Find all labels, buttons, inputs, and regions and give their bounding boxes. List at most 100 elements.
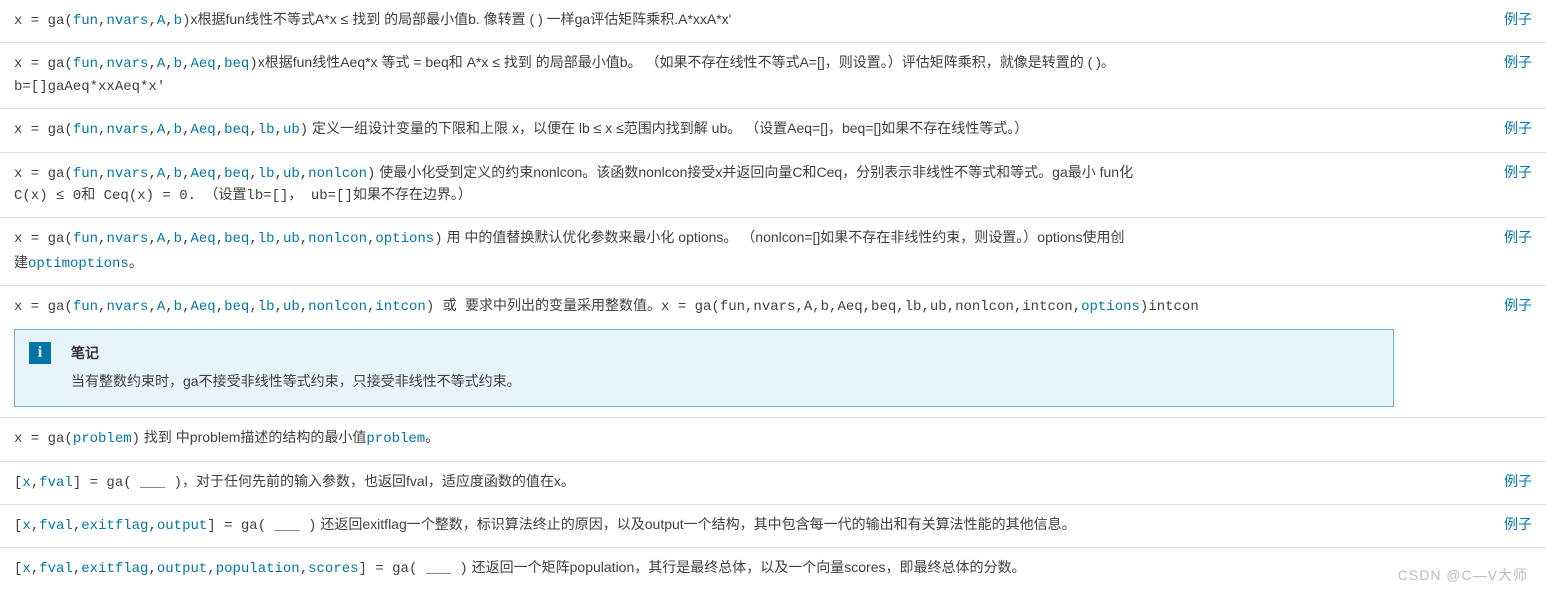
out-exitflag[interactable]: exitflag <box>81 518 148 534</box>
arg-a[interactable]: A <box>157 13 165 29</box>
arg-aeq[interactable]: Aeq <box>190 299 215 315</box>
example-link[interactable]: 例子 <box>1504 117 1532 139</box>
arg-nvars[interactable]: nvars <box>106 13 148 29</box>
out-output[interactable]: output <box>157 518 207 534</box>
arg-beq[interactable]: beq <box>224 56 249 72</box>
arg-b[interactable]: b <box>174 299 182 315</box>
arg-a[interactable]: A <box>157 231 165 247</box>
arg-aeq[interactable]: Aeq <box>190 231 215 247</box>
syntax-content: x = ga(fun,nvars,A,b,Aeq,beq,lb,ub,nonlc… <box>14 161 1484 208</box>
link-optimoptions[interactable]: optimoptions <box>28 256 129 272</box>
syntax-row: 例子 x = ga(fun,nvars,A,b,Aeq,beq,lb,ub,no… <box>0 217 1546 285</box>
out-fval[interactable]: fval <box>39 561 73 577</box>
desc-text: x根据fun线性Aeq*x 等式 = beq和 A*x ≤ 找到 的局部最小值b… <box>258 54 1115 70</box>
arg-intcon[interactable]: intcon <box>375 299 425 315</box>
arg-b[interactable]: b <box>174 122 182 138</box>
code-lead: x = ga( <box>14 56 73 72</box>
syntax-content: x = ga(fun,nvars,A,b,Aeq,beq,lb,ub,nonlc… <box>14 226 1484 275</box>
arg-a[interactable]: A <box>157 122 165 138</box>
out-fval[interactable]: fval <box>39 475 73 491</box>
arg-ub[interactable]: ub <box>283 231 300 247</box>
syntax-row: 例子 x = ga(fun,nvars,A,b,Aeq,beq,lb,ub,no… <box>0 285 1546 417</box>
example-link[interactable]: 例子 <box>1504 294 1532 316</box>
desc-text: 还返回一个矩阵population，其行是最终总体，以及一个向量scores，即… <box>468 559 1026 575</box>
note-body: 当有整数约束时，ga不接受非线性等式约束，只接受非线性不等式约束。 <box>71 370 1379 392</box>
example-link[interactable]: 例子 <box>1504 161 1532 183</box>
arg-fun[interactable]: fun <box>73 13 98 29</box>
out-x[interactable]: x <box>22 561 30 577</box>
arg-fun[interactable]: fun <box>73 231 98 247</box>
arg-lb[interactable]: lb <box>258 166 275 182</box>
arg-beq[interactable]: beq <box>224 299 249 315</box>
arg-nvars[interactable]: nvars <box>106 122 148 138</box>
code-trail: ) <box>434 231 442 247</box>
arg-aeq[interactable]: Aeq <box>190 56 215 72</box>
syntax-content: x = ga(fun,nvars,A,b)x根据fun线性不等式A*x ≤ 找到… <box>14 8 1484 32</box>
arg-problem[interactable]: problem <box>73 431 132 447</box>
desc-text: x根据fun线性不等式A*x ≤ 找到 的局部最小值b. 像转置 ( ) 一样g… <box>190 11 731 27</box>
example-link[interactable]: 例子 <box>1504 51 1532 73</box>
arg-ub[interactable]: ub <box>283 166 300 182</box>
arg-a[interactable]: A <box>157 166 165 182</box>
arg-aeq[interactable]: Aeq <box>190 166 215 182</box>
arg-nvars[interactable]: nvars <box>106 166 148 182</box>
desc-text: 用 中的值替换默认优化参数来最小化 options。 （nonlcon=[]如果… <box>443 229 1125 245</box>
arg-a[interactable]: A <box>157 56 165 72</box>
example-link[interactable]: 例子 <box>1504 470 1532 492</box>
arg-beq[interactable]: beq <box>224 231 249 247</box>
code-lead: x = ga( <box>14 13 73 29</box>
syntax-row: 例子 [x,fval,exitflag,output] = ga( ___ ) … <box>0 504 1546 547</box>
link-options[interactable]: options <box>1081 299 1140 315</box>
out-exitflag[interactable]: exitflag <box>81 561 148 577</box>
arg-lb[interactable]: lb <box>258 299 275 315</box>
arg-ub[interactable]: ub <box>283 299 300 315</box>
example-link[interactable]: 例子 <box>1504 8 1532 30</box>
arg-lb[interactable]: lb <box>258 122 275 138</box>
arg-beq[interactable]: beq <box>224 166 249 182</box>
arg-fun[interactable]: fun <box>73 299 98 315</box>
arg-fun[interactable]: fun <box>73 166 98 182</box>
arg-nvars[interactable]: nvars <box>106 231 148 247</box>
syntax-row: 例子 x = ga(fun,nvars,A,b,Aeq,beq)x根据fun线性… <box>0 42 1546 108</box>
arg-nvars[interactable]: nvars <box>106 299 148 315</box>
link-problem[interactable]: problem <box>366 431 425 447</box>
syntax-row: [x,fval,exitflag,output,population,score… <box>0 547 1546 590</box>
syntax-content: [x,fval] = ga( ___ )，对于任何先前的输入参数，也返回fval… <box>14 470 1484 494</box>
code-trail: ) <box>249 56 257 72</box>
arg-nonlcon[interactable]: nonlcon <box>308 231 367 247</box>
arg-ub[interactable]: ub <box>283 122 300 138</box>
out-x[interactable]: x <box>22 475 30 491</box>
code-lead: x = ga( <box>14 431 73 447</box>
desc-text: ，对于任何先前的输入参数，也返回fval，适应度函数的值在x。 <box>182 473 575 489</box>
out-x[interactable]: x <box>22 518 30 534</box>
arg-aeq[interactable]: Aeq <box>190 122 215 138</box>
arg-nonlcon[interactable]: nonlcon <box>308 166 367 182</box>
arg-fun[interactable]: fun <box>73 56 98 72</box>
desc-line-2: b=[]gaAeq*xxAeq*x' <box>14 76 1484 98</box>
desc-text: 还返回exitflag一个整数，标识算法终止的原因，以及output一个结构，其… <box>317 516 1076 532</box>
arg-b[interactable]: b <box>174 13 182 29</box>
code-trail: ) <box>300 122 308 138</box>
syntax-content: [x,fval,exitflag,output] = ga( ___ ) 还返回… <box>14 513 1484 537</box>
arg-fun[interactable]: fun <box>73 122 98 138</box>
syntax-content: x = ga(fun,nvars,A,b,Aeq,beq,lb,ub) 定义一组… <box>14 117 1484 141</box>
arg-options[interactable]: options <box>375 231 434 247</box>
arg-nonlcon[interactable]: nonlcon <box>308 299 367 315</box>
arg-b[interactable]: b <box>174 231 182 247</box>
syntax-row: 例子 [x,fval] = ga( ___ )，对于任何先前的输入参数，也返回f… <box>0 461 1546 504</box>
arg-lb[interactable]: lb <box>258 231 275 247</box>
arg-nvars[interactable]: nvars <box>106 56 148 72</box>
out-fval[interactable]: fval <box>39 518 73 534</box>
example-link[interactable]: 例子 <box>1504 226 1532 248</box>
example-link[interactable]: 例子 <box>1504 513 1532 535</box>
arg-a[interactable]: A <box>157 299 165 315</box>
out-trail: ] = ga( ___ ) <box>73 475 182 491</box>
syntax-content: [x,fval,exitflag,output,population,score… <box>14 556 1484 580</box>
arg-b[interactable]: b <box>174 56 182 72</box>
out-population[interactable]: population <box>216 561 300 577</box>
arg-beq[interactable]: beq <box>224 122 249 138</box>
note-box: i 笔记 当有整数约束时，ga不接受非线性等式约束，只接受非线性不等式约束。 <box>14 329 1394 408</box>
arg-b[interactable]: b <box>174 166 182 182</box>
out-scores[interactable]: scores <box>308 561 358 577</box>
out-output[interactable]: output <box>157 561 207 577</box>
